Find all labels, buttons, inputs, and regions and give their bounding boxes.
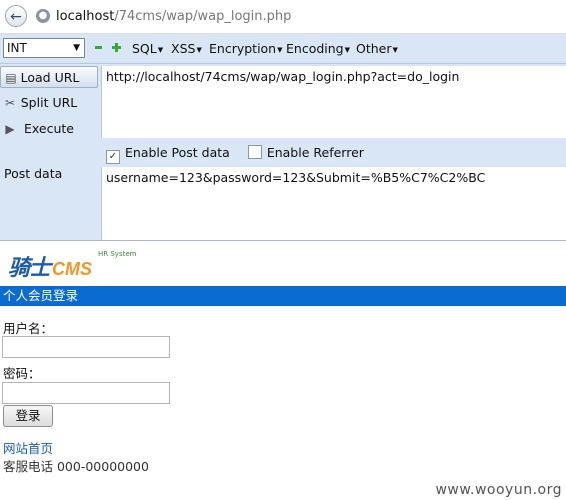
menu-caret-icon: ▼ [277,45,283,54]
menu-sql-label: SQL [132,41,157,56]
address-bar: ← ● localhost/74cms/wap/wap_login.php [0,0,566,34]
enable-post-label: Enable Post data [125,145,230,160]
menu-caret-icon: ▼ [392,45,398,54]
menu-encryption[interactable]: Encryption▼ [209,41,283,56]
site-logo: 骑士 CMS HR System [8,250,137,281]
type-select[interactable]: INT ▼ [3,38,85,58]
post-data-textarea[interactable]: username=123&password=123&Submit=%B5%C7%… [101,167,566,240]
options-row: ✓ Enable Post data Enable Referrer [106,145,364,164]
split-url-label: Split URL [20,95,78,110]
menu-caret-icon: ▼ [196,45,202,54]
menu-encoding-label: Encoding [286,41,344,56]
username-label: 用户名： [3,321,54,336]
load-url-button[interactable]: ▤ Load URL [0,66,98,88]
home-link[interactable]: 网站首页 [3,438,53,457]
hackbar-toolbar: INT ▼ SQL▼ XSS▼ Encryption▼ Encoding▼ Oth… [0,34,566,64]
execute-label: Execute [24,121,74,136]
username-field[interactable] [2,336,170,358]
logo-cms: CMS [52,259,93,279]
menu-xss-label: XSS [171,41,196,56]
menu-caret-icon: ▼ [157,45,164,54]
url-path: /74cms/wap/wap_login.php [114,9,292,24]
menu-other[interactable]: Other▼ [356,41,398,56]
service-phone: 客服电话 000-00000000 [3,459,149,474]
enable-referrer-checkbox[interactable]: Enable Referrer [247,145,364,160]
url-textarea[interactable]: http://localhost/74cms/wap/wap_login.php… [101,66,566,138]
execute-button[interactable]: ▶ Execute [0,118,98,140]
password-field[interactable] [2,382,170,404]
type-select-value: INT [7,41,27,55]
checkmark-icon: ✓ [106,150,120,164]
post-data-label: Post data [4,166,63,181]
menu-other-label: Other [356,41,392,56]
split-url-button[interactable]: ✂ Split URL [0,92,98,114]
dropdown-arrow-icon: ▼ [73,43,80,53]
logo-chinese: 骑士 [8,255,51,281]
checkbox-empty-icon [247,145,262,159]
url-field[interactable]: localhost/74cms/wap/wap_login.php [56,9,291,24]
menu-sql[interactable]: SQL▼ [132,41,163,56]
hackbar-panel: ▤ Load URL ✂ Split URL ▶ Execute http://… [0,64,566,241]
globe-icon: ● [36,9,50,23]
enable-post-checkbox[interactable]: ✓ Enable Post data [106,145,230,164]
enable-referrer-label: Enable Referrer [266,145,364,160]
decrement-icon[interactable] [95,46,102,49]
load-url-label: Load URL [20,70,80,85]
increment-icon[interactable] [112,43,121,52]
logo-subtitle: HR System [98,250,137,258]
menu-encoding[interactable]: Encoding▼ [286,41,350,56]
menu-caret-icon: ▼ [344,45,350,54]
menu-xss[interactable]: XSS▼ [171,41,202,56]
watermark: www.wooyun.org [435,482,562,498]
url-host: localhost [56,9,115,24]
password-label: 密码： [3,366,41,381]
menu-encryption-label: Encryption [209,41,277,56]
back-arrow-icon[interactable]: ← [5,5,27,27]
page-title: 个人会员登录 [0,286,566,306]
login-button[interactable]: 登录 [3,405,53,427]
